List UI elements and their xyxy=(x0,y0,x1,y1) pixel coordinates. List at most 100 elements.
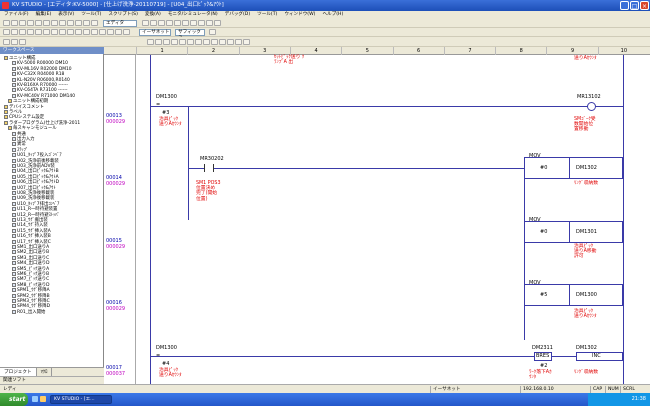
tab-macro[interactable]: ﾏｸﾛ xyxy=(37,368,53,376)
redo-icon[interactable] xyxy=(67,20,74,26)
compare-device[interactable]: DM1300 xyxy=(156,94,177,100)
menu-item[interactable]: 変換(A) xyxy=(145,11,161,19)
quicklaunch-icon[interactable] xyxy=(40,396,46,402)
suffix-combo[interactable]: サフィックス xyxy=(175,28,205,41)
watch-icon[interactable] xyxy=(187,38,194,45)
menu-item[interactable]: デバッグ(D) xyxy=(225,11,251,19)
tree-item[interactable]: U17_ｳｸﾞ挿入装C xyxy=(12,239,51,245)
tab-project[interactable]: プロジェクト xyxy=(0,368,37,376)
compare-icon[interactable] xyxy=(115,29,122,35)
monitor-icon[interactable] xyxy=(150,20,157,26)
stop-run-icon[interactable] xyxy=(163,38,170,45)
step-back-icon[interactable] xyxy=(3,38,10,45)
copy-icon[interactable] xyxy=(43,20,50,26)
tree-item[interactable]: U12_R一時待避ｽﾄｯﾊﾟ xyxy=(12,212,60,218)
online-edit-icon[interactable] xyxy=(166,20,173,26)
vline-icon[interactable] xyxy=(51,29,58,35)
maximize-button[interactable]: □ xyxy=(630,1,639,10)
tree-item[interactable]: SM7_ﾋﾟｯｸ送りC xyxy=(12,277,49,282)
menu-item[interactable]: ウィンドウ(W) xyxy=(284,11,315,19)
read-icon[interactable] xyxy=(182,20,189,26)
play-icon[interactable] xyxy=(147,38,154,45)
run-icon[interactable] xyxy=(198,20,205,26)
transfer-icon[interactable] xyxy=(174,20,181,26)
contact-b-icon[interactable] xyxy=(11,29,18,35)
dec-icon[interactable] xyxy=(243,38,250,45)
math-icon[interactable] xyxy=(123,29,130,35)
tree-item[interactable]: R01_出入開始 xyxy=(12,309,45,315)
scan-icon[interactable] xyxy=(19,38,26,45)
tree-item[interactable]: SPM1_ｳｸﾞ移降A xyxy=(12,288,50,293)
cut-icon[interactable] xyxy=(35,20,42,26)
mode-combo[interactable]: エディタ xyxy=(103,19,137,27)
tree-item[interactable]: 毎スキャンモジュール xyxy=(8,126,57,131)
menu-item[interactable]: モニタ/シミュレータ(N) xyxy=(168,11,218,19)
minimize-button[interactable]: _ xyxy=(620,1,629,10)
tree-item[interactable]: U01_ﾀｯﾌﾟ7投入ｺﾞﾝﾍﾞｱ xyxy=(12,153,62,158)
tree-item[interactable]: U02_洗浄前後移載装 xyxy=(12,158,59,164)
output-coil[interactable] xyxy=(587,102,596,111)
tree-item[interactable]: SPM2_ｳｸﾞ移降B xyxy=(12,293,50,299)
tree-item[interactable]: SM2_出口送りB xyxy=(12,250,49,255)
breakpoint-icon[interactable] xyxy=(203,38,210,45)
menu-item[interactable]: ファイル(F) xyxy=(4,11,29,19)
close-button[interactable]: × xyxy=(640,1,649,10)
help-icon[interactable] xyxy=(214,20,221,26)
ladder-editor[interactable]: 1 2 3 4 5 6 7 8 9 10 ｾｯﾄﾋﾟｯｸ送り ｸ ﾗﾝﾌﾟA 出 送りAｶｳﾝﾀ … xyxy=(104,47,650,384)
simulator-icon[interactable] xyxy=(158,20,165,26)
zoom-icon[interactable] xyxy=(91,20,98,26)
instruction-icon[interactable] xyxy=(35,29,42,35)
counter-icon[interactable] xyxy=(107,29,114,35)
ethernet-combo[interactable]: イーサネット xyxy=(139,28,171,36)
label-icon[interactable] xyxy=(75,29,82,35)
compare-const[interactable]: #4 xyxy=(162,361,169,367)
paste-icon[interactable] xyxy=(51,20,58,26)
menu-item[interactable]: ヘルプ(H) xyxy=(322,11,343,19)
device-list-icon[interactable] xyxy=(83,29,90,35)
save-icon[interactable] xyxy=(19,20,26,26)
undo-icon[interactable] xyxy=(59,20,66,26)
compare-device[interactable]: DM1300 xyxy=(156,345,177,351)
stop-icon[interactable] xyxy=(206,20,213,26)
hline-icon[interactable] xyxy=(43,29,50,35)
tree-item[interactable]: SM4_出口送りD xyxy=(12,261,50,266)
editor-icon[interactable] xyxy=(142,20,149,26)
tree-item[interactable]: デバイスコメント xyxy=(4,104,44,110)
contact-a[interactable] xyxy=(204,164,214,172)
tree-item[interactable]: U04_出口ﾋﾟｯｸ&ｱｳﾄB xyxy=(12,169,59,174)
print-icon[interactable] xyxy=(27,20,34,26)
find-icon[interactable] xyxy=(75,20,82,26)
tree-item[interactable]: U06_出口ﾋﾟｯｸ&ｱｳﾄD xyxy=(12,180,59,185)
compare-const[interactable]: #3 xyxy=(162,110,169,116)
tree-item[interactable]: 共通 xyxy=(12,131,26,137)
tree-item[interactable]: SPM4_ｳｸﾞ移降D xyxy=(12,304,50,309)
device-icon[interactable] xyxy=(209,29,216,35)
tree-item[interactable]: U09_洗浄後移載装 xyxy=(12,196,54,201)
related-software-bar[interactable]: 関連ソフト xyxy=(0,376,104,384)
taskbar-item-kvstudio[interactable]: KV STUDIO - [エ... xyxy=(50,395,112,404)
hex-icon[interactable] xyxy=(235,38,242,45)
tree-item[interactable]: CPUシステム設定 xyxy=(4,115,44,120)
tree-item[interactable]: 異常 xyxy=(12,142,26,147)
menu-item[interactable]: ツール(T) xyxy=(257,11,277,19)
comment-icon[interactable] xyxy=(67,29,74,35)
tree-item[interactable]: KV-C64TA R73100 ------ xyxy=(12,88,68,93)
menu-item[interactable]: 表示(V) xyxy=(58,11,74,19)
tree-item[interactable]: KV-5000 R00000 DM10 xyxy=(12,61,68,66)
mov-instruction[interactable] xyxy=(524,284,623,306)
cross-ref-icon[interactable] xyxy=(91,29,98,35)
trace-icon[interactable] xyxy=(195,38,202,45)
replace-icon[interactable] xyxy=(83,20,90,26)
open-icon[interactable] xyxy=(11,20,18,26)
delete-line-icon[interactable] xyxy=(59,29,66,35)
timer-icon[interactable] xyxy=(99,29,106,35)
contact-device[interactable]: MR30202 xyxy=(200,156,224,162)
bit-icon[interactable] xyxy=(219,38,226,45)
pause-icon[interactable] xyxy=(155,38,162,45)
force-reset-icon[interactable] xyxy=(179,38,186,45)
tree-item[interactable]: SM5_ﾋﾟｯｸ送りA xyxy=(12,266,49,272)
force-set-icon[interactable] xyxy=(171,38,178,45)
tree-item[interactable]: U07_出口ﾋﾟｯｸ&ｱｳﾄ xyxy=(12,185,56,191)
tree-item[interactable]: ユニット構成初期 xyxy=(8,99,48,104)
monitor-register-icon[interactable] xyxy=(211,38,218,45)
